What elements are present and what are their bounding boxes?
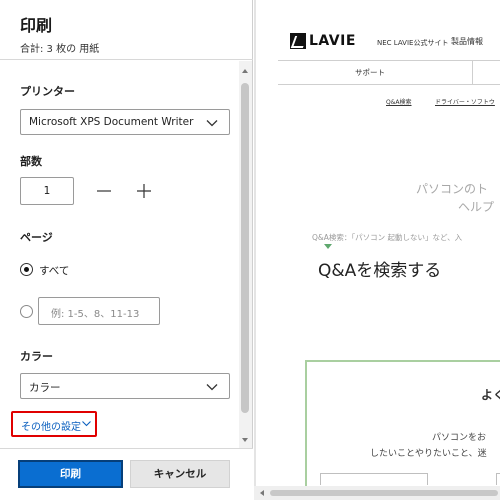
print-preview: LAVIE NEC LAVIE公式サイト 製品情報 サポート Q&A検索 ドライ… bbox=[254, 0, 500, 500]
faq-input-box bbox=[320, 473, 428, 485]
settings-scrollbar[interactable] bbox=[239, 61, 252, 448]
qa-search-title: Q&Aを検索する bbox=[318, 261, 442, 281]
lavie-logo-icon bbox=[290, 33, 306, 49]
printer-label: プリンター bbox=[20, 85, 75, 98]
hero-line-1: パソコンのト bbox=[416, 182, 489, 196]
nav-support: サポート bbox=[355, 68, 385, 77]
logo-text: LAVIE bbox=[309, 33, 356, 49]
print-dialog-title: 印刷 bbox=[20, 16, 53, 35]
color-select-value: カラー bbox=[29, 382, 61, 394]
hero-line-2: ヘルプ bbox=[458, 200, 495, 214]
pages-range-radio[interactable] bbox=[20, 305, 33, 318]
plus-icon[interactable] bbox=[134, 181, 154, 201]
qa-search-hint: Q&A検索：「パソコン 起動しない」など、入 bbox=[312, 233, 463, 242]
copies-input[interactable]: 1 bbox=[20, 177, 74, 205]
header-divider bbox=[278, 60, 500, 61]
printer-select-value: Microsoft XPS Document Writer bbox=[29, 116, 194, 128]
nav-bottom-divider bbox=[278, 84, 500, 85]
cancel-button[interactable]: キャンセル bbox=[130, 460, 230, 488]
logo-subtitle: NEC LAVIE公式サイト bbox=[377, 39, 449, 47]
scrollbar-thumb[interactable] bbox=[241, 83, 249, 413]
color-select[interactable]: カラー bbox=[20, 373, 230, 399]
page-range-input[interactable]: 例: 1-5、8、11-13 bbox=[38, 297, 160, 325]
printer-select[interactable]: Microsoft XPS Document Writer bbox=[20, 109, 230, 135]
chevron-down-icon bbox=[206, 384, 218, 391]
faq-box bbox=[305, 360, 500, 486]
faq-line-1: パソコンをお bbox=[432, 433, 487, 443]
scroll-up-arrow-icon[interactable] bbox=[242, 69, 248, 73]
faq-heading: よく bbox=[481, 388, 500, 402]
horizontal-scrollbar-thumb[interactable] bbox=[270, 490, 498, 496]
faq-input-box bbox=[496, 473, 500, 485]
pages-all-label: すべて bbox=[39, 265, 70, 277]
print-panel: 印刷 合計: 3 枚の 用紙 プリンター Microsoft XPS Docum… bbox=[0, 0, 253, 500]
page-range-placeholder: 例: 1-5、8、11-13 bbox=[51, 309, 140, 320]
pages-label: ページ bbox=[20, 231, 53, 244]
print-panel-footer: 印刷 キャンセル bbox=[0, 448, 253, 500]
preview-horizontal-scrollbar[interactable] bbox=[254, 486, 500, 500]
print-button[interactable]: 印刷 bbox=[18, 460, 123, 488]
nav-products: 製品情報 bbox=[451, 37, 483, 46]
color-label: カラー bbox=[20, 350, 53, 363]
more-settings-link[interactable]: その他の設定 bbox=[11, 411, 97, 437]
nav-divider bbox=[472, 60, 473, 84]
chevron-down-icon bbox=[206, 120, 218, 127]
copies-label: 部数 bbox=[20, 155, 42, 168]
faq-line-2: したいことやりたいこと、迷 bbox=[370, 449, 487, 459]
sub-link-qa: Q&A検索 bbox=[386, 99, 412, 106]
triangle-marker-icon bbox=[324, 244, 332, 249]
scroll-down-arrow-icon[interactable] bbox=[242, 438, 248, 442]
sheet-count-summary: 合計: 3 枚の 用紙 bbox=[20, 44, 100, 55]
print-settings-list: プリンター Microsoft XPS Document Writer 部数 1… bbox=[0, 61, 240, 448]
pages-all-radio[interactable] bbox=[20, 263, 33, 276]
minus-icon[interactable] bbox=[94, 181, 114, 201]
sub-link-drivers: ドライバー・ソフトウ bbox=[435, 99, 495, 106]
scroll-left-arrow-icon[interactable] bbox=[260, 490, 264, 496]
preview-page: LAVIE NEC LAVIE公式サイト 製品情報 サポート Q&A検索 ドライ… bbox=[256, 0, 500, 486]
more-settings-label: その他の設定 bbox=[21, 422, 81, 433]
chevron-down-icon bbox=[82, 421, 91, 427]
print-panel-header: 印刷 合計: 3 枚の 用紙 bbox=[0, 0, 253, 60]
